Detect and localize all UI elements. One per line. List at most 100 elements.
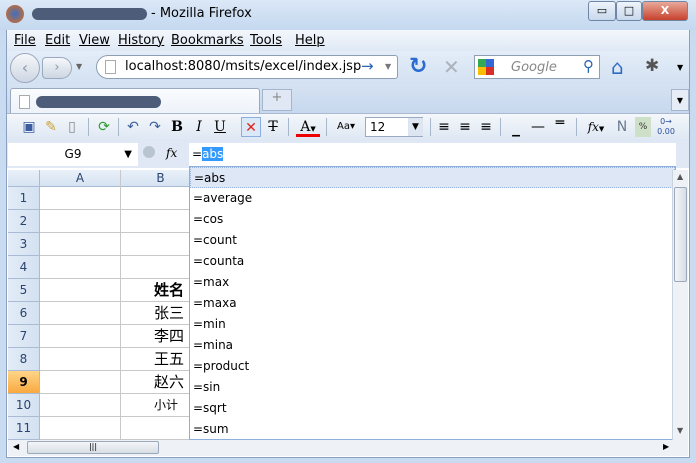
autocomplete-option[interactable]: =mina: [190, 335, 675, 356]
font-style-icon[interactable]: Aa▾: [333, 117, 359, 137]
chevron-down-icon[interactable]: ▼: [124, 143, 132, 166]
addon-bug-icon[interactable]: ✱: [645, 56, 659, 76]
decimal-format-icon[interactable]: 0→ 0.00: [656, 117, 676, 137]
save-icon[interactable]: ▣: [20, 117, 38, 137]
menu-help[interactable]: Help: [295, 33, 325, 48]
scroll-thumb[interactable]: [674, 187, 687, 282]
scroll-thumb[interactable]: |||: [27, 441, 159, 454]
refresh-icon[interactable]: ⟳: [94, 117, 114, 137]
home-icon[interactable]: ⌂: [611, 55, 624, 79]
insert-function-icon[interactable]: fx: [166, 146, 177, 160]
url-bar[interactable]: localhost:8080/msits/excel/index.jsp → ▼: [96, 55, 398, 79]
cell-b9[interactable]: 赵六: [154, 371, 184, 394]
autocomplete-option[interactable]: =maxa: [190, 293, 675, 314]
autocomplete-option[interactable]: =counta: [190, 251, 675, 272]
autocomplete-option[interactable]: =abs: [190, 167, 675, 188]
corner-select-all[interactable]: [8, 170, 40, 187]
undo-icon[interactable]: ↶: [124, 117, 142, 137]
back-button[interactable]: ‹: [10, 53, 40, 83]
tab-list-button[interactable]: ▼: [671, 89, 689, 111]
vertical-scrollbar[interactable]: ▲ ▼: [672, 170, 688, 440]
autocomplete-option[interactable]: =min: [190, 314, 675, 335]
valign-top-icon[interactable]: ═: [552, 116, 568, 137]
borders-icon[interactable]: N: [614, 117, 630, 137]
search-icon[interactable]: ⚲: [583, 57, 594, 75]
function-button[interactable]: fx▼: [584, 117, 608, 137]
row-header-5[interactable]: 5: [8, 279, 40, 302]
row-header-1[interactable]: 1: [8, 187, 40, 210]
menu-history[interactable]: History: [118, 33, 164, 48]
autocomplete-option[interactable]: =cos: [190, 209, 675, 230]
search-input[interactable]: Google: [511, 60, 557, 75]
toolbar-menu-icon[interactable]: ▼: [677, 63, 683, 72]
font-size-select[interactable]: 12 ▼: [365, 117, 423, 137]
url-dropdown-icon[interactable]: ▼: [385, 62, 391, 71]
cell-b8[interactable]: 王五: [154, 348, 184, 371]
align-left-icon[interactable]: ≡: [436, 117, 452, 137]
menu-file[interactable]: File: [14, 33, 36, 48]
percent-format-icon[interactable]: %: [635, 117, 651, 137]
new-document-icon[interactable]: ▯: [64, 117, 80, 137]
google-icon[interactable]: [478, 59, 494, 75]
cell-b5[interactable]: 姓名: [154, 279, 184, 302]
menu-edit[interactable]: Edit: [45, 33, 70, 48]
url-text[interactable]: localhost:8080/msits/excel/index.jsp: [125, 59, 361, 74]
scroll-up-icon[interactable]: ▲: [677, 172, 683, 181]
row-header-10[interactable]: 10: [8, 394, 40, 417]
font-color-button[interactable]: A▼: [296, 117, 320, 137]
autocomplete-option[interactable]: =average: [190, 188, 675, 209]
autocomplete-option[interactable]: =sum: [190, 419, 675, 440]
name-box[interactable]: G9 ▼: [8, 143, 138, 166]
row-header-3[interactable]: 3: [8, 233, 40, 256]
cell-b10[interactable]: 小计: [154, 394, 178, 417]
go-button[interactable]: →: [361, 57, 374, 75]
scroll-left-icon[interactable]: ◀: [13, 442, 19, 451]
align-center-icon[interactable]: ≡: [457, 117, 473, 137]
align-right-icon[interactable]: ≡: [478, 117, 494, 137]
history-dropdown-icon[interactable]: ▼: [76, 62, 82, 71]
minimize-button[interactable]: ▭: [588, 1, 616, 21]
row-header-11[interactable]: 11: [8, 417, 40, 440]
menu-view[interactable]: View: [79, 33, 110, 48]
formula-input[interactable]: =abs: [189, 143, 676, 166]
underline-button[interactable]: U: [213, 117, 227, 137]
row-header-9[interactable]: 9: [8, 371, 40, 394]
menu-bookmarks[interactable]: Bookmarks: [171, 33, 244, 48]
stop-button[interactable]: ✕: [443, 55, 460, 79]
valign-bottom-icon[interactable]: ▁: [508, 117, 524, 137]
autocomplete-option[interactable]: =sqrt: [190, 398, 675, 419]
bold-button[interactable]: B: [170, 117, 184, 137]
autocomplete-option[interactable]: =product: [190, 356, 675, 377]
edit-icon[interactable]: ✎: [42, 117, 60, 137]
italic-button[interactable]: I: [192, 117, 206, 137]
delete-button[interactable]: ✕: [241, 117, 261, 137]
row-header-2[interactable]: 2: [8, 210, 40, 233]
redo-icon[interactable]: ↷: [146, 117, 164, 137]
row-header-4[interactable]: 4: [8, 256, 40, 279]
search-box[interactable]: Google ⚲: [474, 55, 600, 79]
clear-format-icon[interactable]: T: [265, 117, 281, 137]
forward-button[interactable]: ›: [42, 57, 72, 79]
valign-middle-icon[interactable]: —: [530, 117, 546, 137]
row-header-6[interactable]: 6: [8, 302, 40, 325]
cell-b6[interactable]: 张三: [154, 302, 184, 325]
menu-tools[interactable]: Tools: [250, 33, 282, 48]
chevron-down-icon[interactable]: ▼: [408, 118, 423, 136]
scroll-right-icon[interactable]: ▶: [663, 442, 669, 451]
row-header-7[interactable]: 7: [8, 325, 40, 348]
horizontal-scrollbar[interactable]: ◀ ||| ▶: [8, 440, 688, 456]
autocomplete-option[interactable]: =sin: [190, 377, 675, 398]
tab-active[interactable]: [10, 88, 260, 114]
row-header-8[interactable]: 8: [8, 348, 40, 371]
maximize-button[interactable]: □: [616, 1, 642, 21]
close-button[interactable]: X: [642, 1, 688, 21]
autocomplete-option[interactable]: =max: [190, 272, 675, 293]
separator: [288, 118, 289, 136]
column-header-a[interactable]: A: [40, 170, 121, 187]
autocomplete-option[interactable]: =count: [190, 230, 675, 251]
reload-button[interactable]: ↻: [409, 54, 427, 79]
scroll-down-icon[interactable]: ▼: [677, 426, 683, 435]
new-tab-button[interactable]: +: [262, 89, 292, 111]
cell-b7[interactable]: 李四: [154, 325, 184, 348]
cancel-dot-icon[interactable]: [143, 146, 155, 158]
